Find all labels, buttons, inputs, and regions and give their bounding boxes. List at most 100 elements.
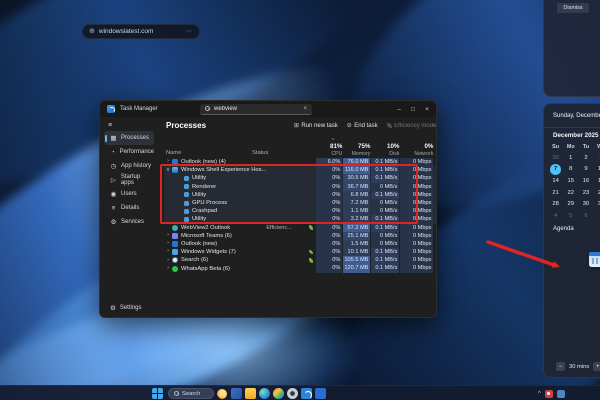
process-row[interactable]: › Microsoft Teams (6) 0% 25.1 MB 0 MB/s 0 Mbp… bbox=[164, 231, 436, 240]
calendar-day[interactable]: 30 bbox=[578, 198, 593, 210]
process-row[interactable]: › Outlook (new) (4) 6.0% 76.0 MB 0.1 MB/s 0 M… bbox=[164, 158, 436, 167]
process-row[interactable]: › Windows Widgets (7) 0% 10.1 MB 0.1 MB/s 0 M… bbox=[164, 248, 436, 257]
run-new-task-button[interactable]: ⊞ Run new task bbox=[294, 122, 338, 130]
disk-column-header[interactable]: 10% Disk bbox=[371, 139, 399, 157]
calendar-day[interactable]: 31 bbox=[594, 198, 600, 210]
search-box[interactable]: × bbox=[200, 103, 312, 115]
process-row[interactable]: GPU Process 0% 7.2 MB 0 MB/s 0 Mbps bbox=[164, 198, 436, 208]
end-task-button[interactable]: ⊘ End task bbox=[346, 122, 378, 130]
agenda-header[interactable]: Agenda bbox=[553, 226, 574, 232]
network-value: 0 Mbps bbox=[400, 248, 434, 257]
name-column-header[interactable]: Name bbox=[166, 150, 181, 156]
process-row[interactable]: ∨ Windows Shell Experience Hos... 0% 116.0 … bbox=[164, 166, 436, 175]
calendar-day[interactable]: 17 bbox=[594, 175, 600, 187]
task-view-icon[interactable] bbox=[231, 388, 242, 399]
search-input[interactable] bbox=[214, 105, 298, 112]
calendar-day[interactable]: 8 bbox=[563, 164, 578, 176]
task-manager-icon[interactable] bbox=[301, 388, 312, 400]
sidebar-item-performance[interactable]: ◔ Performance bbox=[104, 145, 154, 159]
file-explorer-icon[interactable] bbox=[245, 388, 256, 400]
expand-icon[interactable]: › bbox=[164, 249, 172, 255]
expand-icon[interactable]: › bbox=[164, 241, 172, 247]
calendar-day[interactable]: 21 bbox=[548, 187, 563, 199]
process-row[interactable]: › WhatsApp Beta (6) 0% 120.7 MB 0.1 MB/s 0 Mb… bbox=[164, 264, 436, 273]
process-name: WebView2 Outlook bbox=[181, 224, 231, 231]
tray-expand-chevron-icon[interactable]: ^ bbox=[538, 391, 541, 397]
taskbar: Search ^ bbox=[0, 385, 600, 400]
calendar-day[interactable]: 2 bbox=[578, 152, 593, 164]
taskbar-search[interactable]: Search bbox=[168, 388, 214, 399]
calendar-day[interactable]: 30 bbox=[548, 152, 563, 164]
calendar-day[interactable]: 23 bbox=[578, 187, 593, 199]
maximize-button[interactable]: □ bbox=[406, 101, 420, 117]
expand-icon[interactable]: › bbox=[164, 257, 172, 264]
collapse-icon[interactable]: ∨ bbox=[164, 167, 172, 174]
expand-icon[interactable]: › bbox=[164, 265, 172, 272]
sidebar-item-details[interactable]: ≡ Details bbox=[104, 201, 154, 215]
close-button[interactable]: × bbox=[420, 101, 434, 117]
process-row[interactable]: Renderer 0% 36.7 MB 0 MB/s 0 Mbps bbox=[164, 182, 436, 191]
calendar-day[interactable]: 3 bbox=[594, 152, 600, 164]
store-icon[interactable] bbox=[315, 388, 326, 399]
child-icon bbox=[184, 184, 189, 190]
calendar-day[interactable]: 28 bbox=[548, 198, 563, 210]
cpu-column-header[interactable]: ^ 81% CPU bbox=[316, 138, 342, 157]
calendar-day[interactable]: 4 bbox=[548, 210, 563, 222]
calendar-day[interactable]: 14 bbox=[548, 175, 563, 187]
calendar-day[interactable]: 6 bbox=[578, 210, 593, 222]
calendar-day[interactable]: 22 bbox=[563, 187, 578, 199]
process-row[interactable]: Utility 0% 3.2 MB 0.1 MB/s 0 Mbps bbox=[164, 215, 436, 224]
sidebar-item-processes[interactable]: ▦ Processes bbox=[104, 131, 154, 145]
photos-icon[interactable] bbox=[273, 388, 284, 399]
weather-widget-icon[interactable] bbox=[217, 388, 227, 399]
settings-icon[interactable] bbox=[287, 388, 298, 400]
tray-app-icon[interactable] bbox=[556, 389, 565, 398]
calendar-day[interactable]: 7 bbox=[594, 210, 600, 222]
process-row[interactable]: › Search (6) 0% 105.5 MB 0.1 MB/s 0 Mbps bbox=[164, 256, 436, 265]
calendar-day[interactable]: 10 bbox=[594, 164, 600, 176]
memory-column-header[interactable]: 75% Memory bbox=[343, 139, 371, 157]
calendar-day[interactable]: 16 bbox=[578, 175, 593, 187]
expand-icon[interactable]: › bbox=[164, 233, 172, 239]
end-task-icon: ⊘ bbox=[346, 123, 352, 129]
process-name: Utility bbox=[192, 191, 207, 198]
process-row[interactable]: Utility 0% 6.8 MB 0.1 MB/s 0 Mbps bbox=[164, 190, 436, 199]
process-row[interactable]: › Outlook (new) 0% 1.5 MB 0 MB/s 0 Mbps bbox=[164, 239, 436, 249]
decrease-duration-button[interactable]: − bbox=[556, 362, 565, 371]
sidebar-item-label: Services bbox=[121, 219, 145, 225]
process-row[interactable]: Utility 0% 30.5 MB 0.1 MB/s 0 Mbps bbox=[164, 174, 436, 183]
calendar-day-selected[interactable]: 7 bbox=[548, 164, 563, 176]
clear-search-icon[interactable]: × bbox=[303, 106, 307, 112]
sidebar-item-settings[interactable]: ⚙ Settings bbox=[104, 301, 154, 314]
network-value: 0 Mbps bbox=[400, 256, 434, 265]
webview-icon bbox=[172, 224, 178, 231]
calendar-day[interactable]: 29 bbox=[563, 198, 578, 210]
process-row[interactable]: WebView2 Outlook Efficienc... 0% 57.2 MB 0.1… bbox=[164, 223, 436, 232]
calendar-day[interactable]: 1 bbox=[563, 152, 578, 164]
start-button[interactable] bbox=[152, 388, 163, 399]
sidebar-item-label: Details bbox=[121, 205, 140, 211]
increase-duration-button[interactable]: + bbox=[593, 362, 600, 371]
cpu-value: 0% bbox=[316, 223, 343, 232]
calendar-day[interactable]: 24 bbox=[594, 187, 600, 199]
task-manager-app-icon bbox=[107, 105, 115, 113]
recording-indicator-icon[interactable] bbox=[544, 389, 553, 398]
sidebar-item-users[interactable]: ◉ Users bbox=[104, 187, 154, 201]
calendar-day[interactable]: 9 bbox=[578, 164, 593, 176]
minimize-button[interactable]: – bbox=[392, 101, 406, 117]
searchapp-icon bbox=[172, 257, 178, 264]
calendar-day[interactable]: 15 bbox=[563, 175, 578, 187]
status-column-header[interactable]: Status bbox=[252, 150, 268, 156]
sidebar-item-startup-apps[interactable]: ▷ Startup apps bbox=[104, 173, 154, 187]
menu-icon[interactable]: ≡ bbox=[104, 120, 154, 131]
network-value: 0 Mbps bbox=[400, 264, 434, 273]
calendar-day[interactable]: 5 bbox=[563, 210, 578, 222]
process-row[interactable]: Crashpad 0% 1.1 MB 0 MB/s 0 Mbps bbox=[164, 207, 436, 216]
edge-icon[interactable] bbox=[259, 388, 270, 400]
sidebar-item-app-history[interactable]: ◷ App history bbox=[104, 159, 154, 173]
dismiss-button[interactable]: Dismiss bbox=[557, 3, 589, 13]
efficiency-mode-button[interactable]: Efficiency mode bbox=[386, 123, 436, 129]
network-column-header[interactable]: 0% Network bbox=[400, 139, 433, 157]
sidebar-item-services[interactable]: ⚙ Services bbox=[104, 215, 154, 229]
expand-icon[interactable]: › bbox=[164, 159, 172, 165]
